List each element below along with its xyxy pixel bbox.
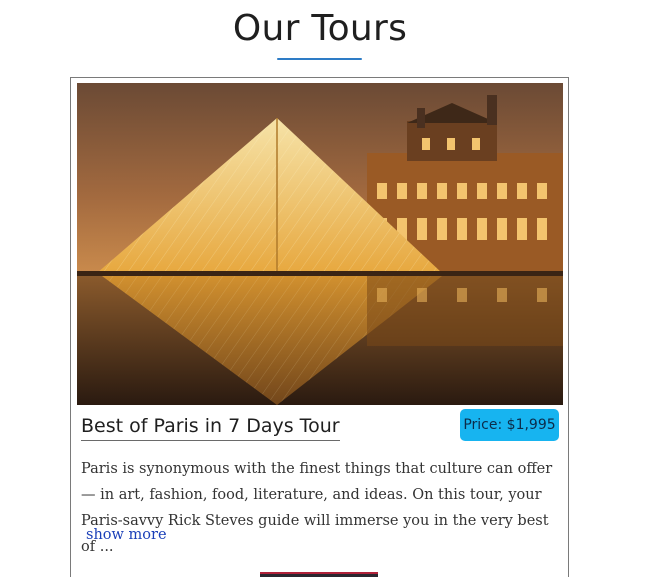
- heading-underline: [277, 58, 362, 60]
- tour-title: Best of Paris in 7 Days Tour: [81, 415, 340, 441]
- card-action-button[interactable]: [260, 572, 378, 577]
- tour-card: Best of Paris in 7 Days Tour Price: $1,9…: [70, 77, 569, 577]
- price-badge: Price: $1,995: [460, 409, 559, 441]
- tour-image: [77, 83, 563, 405]
- show-more-link[interactable]: show more: [86, 527, 167, 543]
- section-heading: Our Tours: [232, 8, 408, 49]
- tour-description: Paris is synonymous with the finest thin…: [81, 461, 553, 555]
